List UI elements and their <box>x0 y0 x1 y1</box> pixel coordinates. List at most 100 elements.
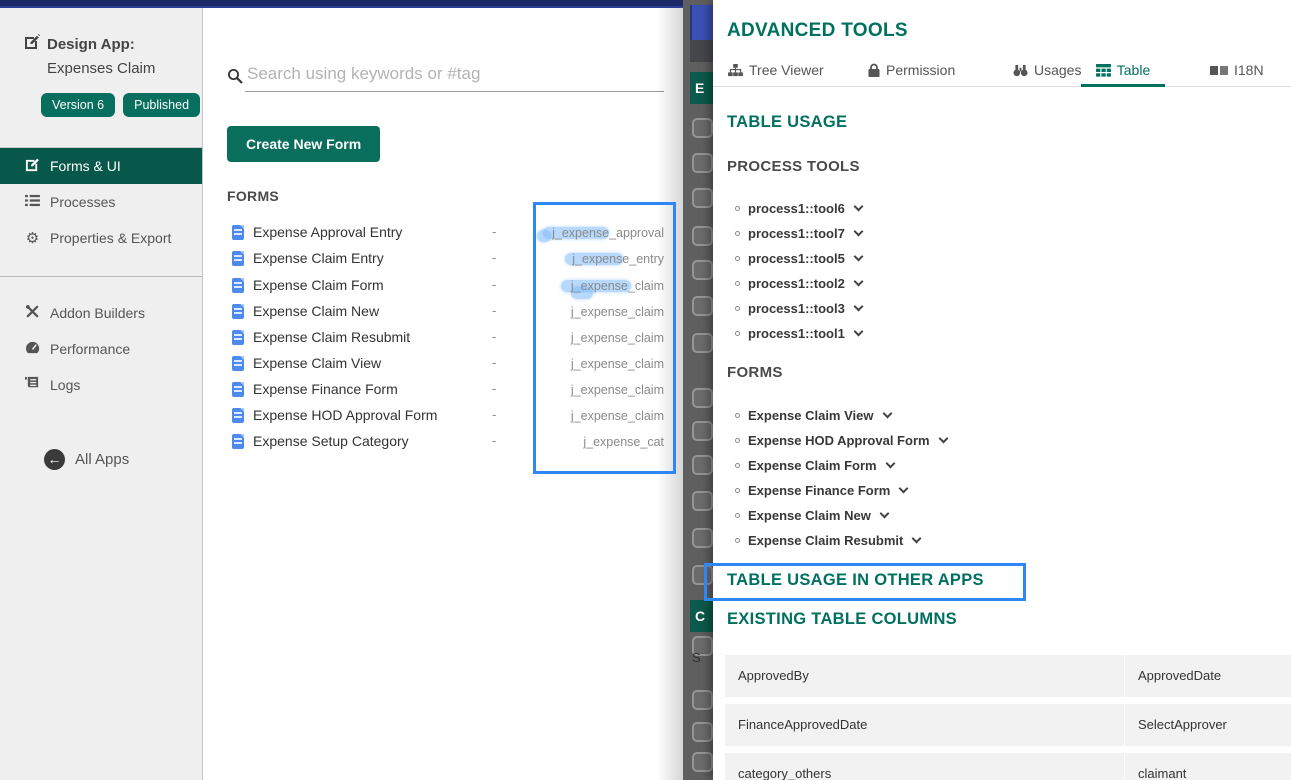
sidebar-divider <box>0 276 202 277</box>
tab-table[interactable]: Table <box>1081 62 1165 87</box>
bullet-icon <box>735 538 740 543</box>
form-name-link[interactable]: Expense Setup Category <box>253 433 409 449</box>
form-row: Expense Finance Form - j_expense_claim <box>203 378 683 404</box>
tab-label: Usages <box>1034 62 1081 78</box>
edit-square-icon <box>24 34 40 54</box>
form-table-name: j_expense_approval <box>552 226 664 240</box>
palette-item <box>692 491 713 511</box>
process-tool-item[interactable]: process1::tool5 <box>735 246 862 271</box>
form-document-icon <box>232 330 244 345</box>
process-tool-item[interactable]: process1::tool7 <box>735 221 862 246</box>
obscured-underlying-panel: E C S <box>683 0 713 780</box>
form-description: - <box>492 250 496 265</box>
form-description: - <box>492 381 496 396</box>
form-name-link[interactable]: Expense Claim Form <box>253 277 384 293</box>
palette-item <box>692 421 713 441</box>
form-usage-item[interactable]: Expense Claim New <box>735 503 888 528</box>
form-name-link[interactable]: Expense HOD Approval Form <box>253 407 437 423</box>
search-input[interactable] <box>245 60 664 92</box>
tab-label: Table <box>1117 62 1150 78</box>
form-document-icon <box>232 382 244 397</box>
form-usage-item[interactable]: Expense Finance Form <box>735 478 907 503</box>
edit-square-icon <box>24 157 41 176</box>
form-document-icon <box>232 356 244 371</box>
sidebar-item-label: Properties & Export <box>50 230 171 246</box>
form-usage-item[interactable]: Expense Claim Resubmit <box>735 528 920 553</box>
sidebar-item-properties-export[interactable]: ⚙ Properties & Export <box>0 220 202 256</box>
search-bar <box>227 60 664 92</box>
sidebar-item-label: Logs <box>50 377 80 393</box>
form-row: Expense Approval Entry - j_expense_appro… <box>203 221 683 247</box>
forms-panel: Create New Form FORMS Expense Approval E… <box>203 8 683 780</box>
chevron-down-icon <box>879 509 889 519</box>
form-name-link[interactable]: Expense Finance Form <box>253 381 398 397</box>
process-tool-item[interactable]: process1::tool1 <box>735 321 862 346</box>
form-table-name: j_expense_claim <box>571 279 664 293</box>
process-tool-item[interactable]: process1::tool2 <box>735 271 862 296</box>
forms-usage-title: FORMS <box>727 364 783 381</box>
chevron-down-icon <box>938 434 948 444</box>
sidebar-item-forms-ui[interactable]: Forms & UI <box>0 148 202 184</box>
palette-item <box>692 528 713 548</box>
tab-label: I18N <box>1234 62 1264 78</box>
bullet-icon <box>735 438 740 443</box>
advanced-tools-panel: ADVANCED TOOLS Tree Viewer Permission Us… <box>713 0 1291 780</box>
tab-usages[interactable]: Usages <box>1013 62 1081 87</box>
form-name-link[interactable]: Expense Approval Entry <box>253 224 402 240</box>
logs-icon <box>24 376 41 394</box>
form-description: - <box>492 329 496 344</box>
all-apps-button[interactable]: ← All Apps <box>44 449 202 470</box>
obscured-section-fragment: E <box>690 72 713 104</box>
form-description: - <box>492 277 496 292</box>
sidebar-item-addon-builders[interactable]: Addon Builders <box>0 295 202 331</box>
form-name-link[interactable]: Expense Claim Entry <box>253 250 384 266</box>
table-usage-title: TABLE USAGE <box>727 113 847 132</box>
process-tool-item[interactable]: process1::tool3 <box>735 296 862 321</box>
table-column-cell: SelectApprover <box>1125 704 1291 746</box>
form-name-link[interactable]: Expense Claim View <box>253 355 381 371</box>
table-usage-other-apps-title: TABLE USAGE IN OTHER APPS <box>727 571 984 590</box>
sidebar-item-logs[interactable]: Logs <box>0 367 202 403</box>
form-row: Expense Claim Form - j_expense_claim <box>203 274 683 300</box>
sidebar-menu-secondary: Addon Builders Performance Logs <box>0 295 202 403</box>
sidebar-item-processes[interactable]: Processes <box>0 184 202 220</box>
existing-table-columns-title: EXISTING TABLE COLUMNS <box>727 610 957 629</box>
form-usage-item[interactable]: Expense HOD Approval Form <box>735 428 947 453</box>
all-apps-label: All Apps <box>75 451 129 468</box>
list-icon <box>24 194 41 211</box>
process-tool-item[interactable]: process1::tool6 <box>735 196 862 221</box>
tab-label: Tree Viewer <box>749 62 824 78</box>
tab-tree-viewer[interactable]: Tree Viewer <box>728 62 824 87</box>
bullet-icon <box>735 413 740 418</box>
form-row: Expense Claim Entry - j_expense_entry <box>203 247 683 273</box>
forms-section-title: FORMS <box>227 188 279 204</box>
form-usage-label: Expense Claim Form <box>748 458 877 473</box>
table-column-cell: ApprovedDate <box>1125 655 1291 697</box>
sitemap-icon <box>728 64 743 77</box>
form-name-link[interactable]: Expense Claim New <box>253 303 379 319</box>
app-screen: Design App: Expenses Claim Version 6 Pub… <box>0 0 1291 780</box>
form-usage-label: Expense Claim View <box>748 408 874 423</box>
obscured-gray-fragment <box>690 40 713 62</box>
bullet-icon <box>735 306 740 311</box>
create-new-form-button[interactable]: Create New Form <box>227 126 380 162</box>
table-column-cell: category_others <box>725 753 1124 780</box>
sidebar-item-performance[interactable]: Performance <box>0 331 202 367</box>
process-tools-title: PROCESS TOOLS <box>727 158 860 175</box>
chevron-down-icon <box>853 227 863 237</box>
form-usage-item[interactable]: Expense Claim View <box>735 403 891 428</box>
form-usage-label: Expense Claim New <box>748 508 871 523</box>
form-document-icon <box>232 304 244 319</box>
palette-item <box>692 118 713 138</box>
bullet-icon <box>735 513 740 518</box>
tab-i18n[interactable]: I18N <box>1210 62 1264 87</box>
bullet-icon <box>735 331 740 336</box>
i18n-icon <box>1210 66 1228 75</box>
process-tool-label: process1::tool7 <box>748 226 845 241</box>
form-name-link[interactable]: Expense Claim Resubmit <box>253 329 410 345</box>
form-usage-item[interactable]: Expense Claim Form <box>735 453 894 478</box>
tab-permission[interactable]: Permission <box>868 62 955 87</box>
form-document-icon <box>232 278 244 293</box>
tools-icon <box>24 304 41 323</box>
obscured-blue-fragment <box>690 5 713 40</box>
